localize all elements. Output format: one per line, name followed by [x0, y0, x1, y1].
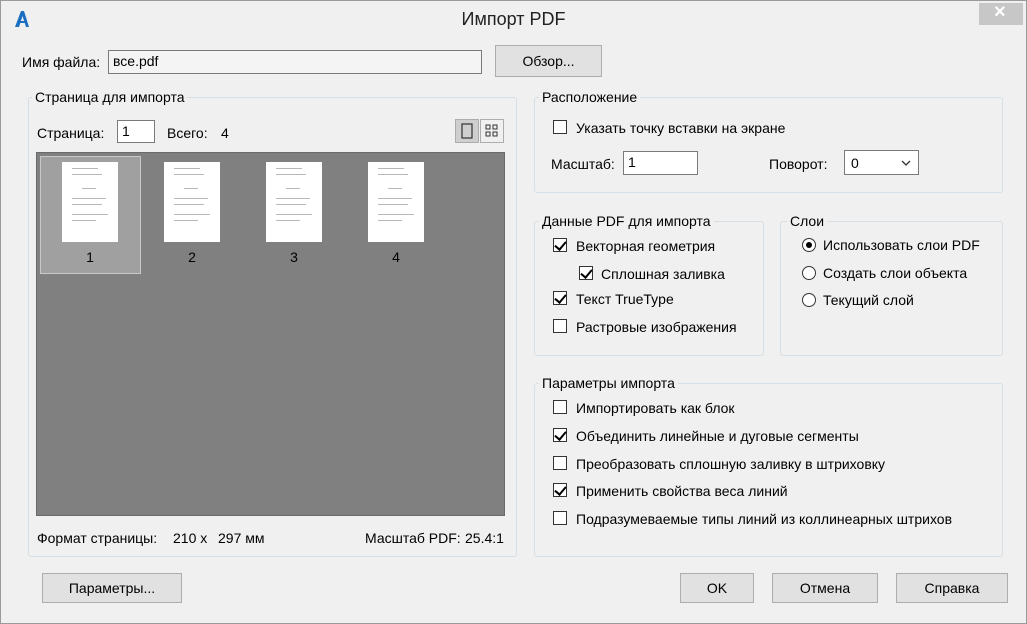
infer-linetypes-label: Подразумеваемые типы линий из коллинеарн… — [576, 511, 953, 527]
page-label: Страница: — [37, 125, 105, 141]
create-object-layers-label: Создать слои объекта — [823, 265, 968, 281]
thumbnail-label: 4 — [392, 249, 400, 265]
raster-images-checkbox[interactable] — [553, 319, 567, 333]
pdf-data-group-title: Данные PDF для импорта — [539, 213, 714, 229]
rotation-select[interactable]: 0 — [844, 150, 919, 175]
close-icon: × — [994, 1, 1006, 23]
single-page-view-button[interactable] — [455, 119, 479, 143]
solid-fill-label: Сплошная заливка — [601, 266, 725, 282]
file-name-field[interactable]: все.pdf — [108, 50, 482, 74]
total-label: Всего: — [167, 125, 208, 141]
file-name-label: Имя файла: — [22, 54, 101, 70]
browse-button[interactable]: Обзор... — [495, 45, 602, 77]
use-pdf-layers-label: Использовать слои PDF — [823, 237, 980, 253]
help-button[interactable]: Справка — [896, 573, 1008, 603]
import-pdf-dialog: Импорт PDF × Имя файла: все.pdf Обзор...… — [0, 0, 1027, 624]
use-pdf-layers-radio[interactable] — [802, 238, 816, 252]
page-thumbnail[interactable] — [164, 162, 220, 242]
chevron-down-icon — [901, 160, 911, 166]
join-segments-checkbox[interactable] — [553, 428, 567, 442]
import-as-block-checkbox[interactable] — [553, 400, 567, 414]
insert-point-label: Указать точку вставки на экране — [576, 120, 786, 136]
truetype-text-label: Текст TrueType — [576, 291, 674, 307]
truetype-text-checkbox[interactable] — [553, 291, 567, 305]
scale-field[interactable]: 1 — [623, 151, 698, 175]
create-object-layers-radio[interactable] — [802, 266, 816, 280]
current-layer-radio[interactable] — [802, 293, 816, 307]
pdf-scale-label: Масштаб PDF: — [365, 530, 461, 546]
title-bar: Импорт PDF × — [1, 1, 1026, 37]
page-format-height: 297 мм — [218, 530, 265, 546]
page-thumbnail[interactable] — [368, 162, 424, 242]
convert-fill-to-hatch-label: Преобразовать сплошную заливку в штрихов… — [576, 456, 886, 472]
solid-fill-checkbox[interactable] — [579, 266, 593, 280]
page-group-title: Страница для импорта — [32, 89, 188, 105]
import-options-group-title: Параметры импорта — [539, 375, 678, 391]
import-as-block-label: Импортировать как блок — [576, 400, 735, 416]
close-button[interactable]: × — [979, 1, 1023, 25]
apply-lineweight-checkbox[interactable] — [553, 483, 567, 497]
rotation-value: 0 — [851, 155, 859, 171]
total-value: 4 — [221, 125, 229, 141]
pdf-scale-value: 25.4:1 — [465, 530, 504, 546]
convert-fill-to-hatch-checkbox[interactable] — [553, 456, 567, 470]
page-format-label: Формат страницы: — [37, 530, 158, 546]
layers-group-title: Слои — [787, 213, 828, 229]
join-segments-label: Объединить линейные и дуговые сегменты — [576, 428, 859, 444]
current-layer-label: Текущий слой — [823, 292, 914, 308]
vector-geometry-checkbox[interactable] — [553, 238, 567, 252]
infer-linetypes-checkbox[interactable] — [553, 511, 567, 525]
grid-icon — [485, 124, 498, 137]
page-preview-area[interactable]: 1 2 3 4 — [36, 152, 505, 516]
insert-point-checkbox[interactable] — [553, 120, 567, 134]
page-format-width: 210 x — [173, 530, 208, 546]
grid-view-button[interactable] — [480, 119, 504, 143]
raster-images-label: Растровые изображения — [576, 319, 737, 335]
cancel-button[interactable]: Отмена — [772, 573, 878, 603]
single-page-icon — [461, 123, 473, 139]
rotation-label: Поворот: — [769, 156, 828, 172]
page-thumbnail[interactable] — [62, 162, 118, 242]
thumbnail-label: 3 — [290, 249, 298, 265]
dialog-title: Импорт PDF — [461, 9, 566, 29]
apply-lineweight-label: Применить свойства веса линий — [576, 483, 788, 499]
page-thumbnail[interactable] — [266, 162, 322, 242]
parameters-button[interactable]: Параметры... — [42, 573, 182, 603]
placement-group — [534, 97, 1003, 193]
page-number-field[interactable]: 1 — [117, 120, 155, 143]
vector-geometry-label: Векторная геометрия — [576, 238, 716, 254]
scale-label: Масштаб: — [551, 156, 615, 172]
thumbnail-label: 2 — [188, 249, 196, 265]
placement-group-title: Расположение — [539, 89, 641, 105]
thumbnail-label: 1 — [86, 249, 94, 265]
ok-button[interactable]: OK — [680, 573, 754, 603]
